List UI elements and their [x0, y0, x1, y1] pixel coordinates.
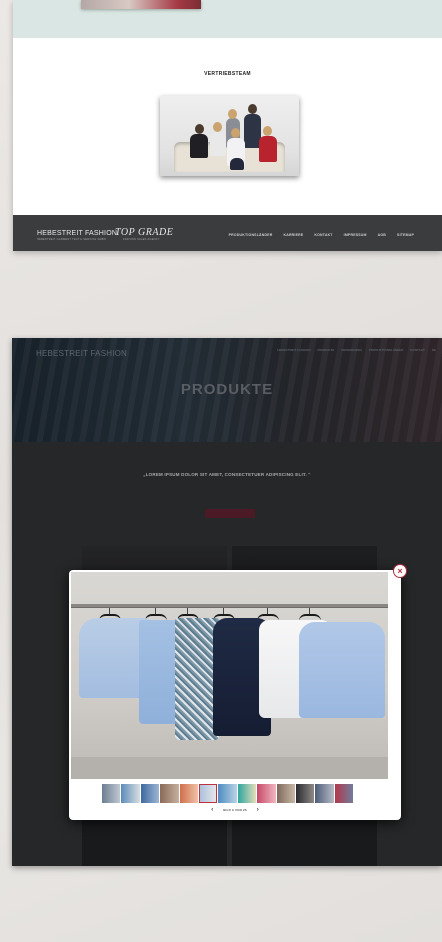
image-counter: BILD 9 VON 26 — [223, 808, 247, 812]
top-grade-logo[interactable]: TOP GRADE — [115, 227, 173, 238]
thumbnail[interactable] — [237, 784, 257, 803]
person-sitting — [190, 134, 208, 158]
floor — [71, 757, 388, 779]
person-head — [248, 104, 257, 114]
thumbnail[interactable] — [140, 784, 160, 803]
footer-link-agb[interactable]: AGB — [378, 233, 386, 237]
team-photo — [160, 96, 299, 176]
thumbnail[interactable] — [257, 784, 276, 803]
footer-link-impressum[interactable]: IMPRESSUM — [344, 233, 367, 237]
hanger — [299, 608, 321, 620]
thumbnail[interactable] — [218, 784, 237, 803]
person-head — [231, 128, 240, 138]
thumbnail[interactable] — [295, 784, 315, 803]
footer-link-sitemap[interactable]: SITEMAP — [397, 233, 414, 237]
thumbnail[interactable] — [179, 784, 198, 803]
lightbox-image — [71, 572, 388, 779]
footer-link-karriere[interactable]: KARRIERE — [284, 233, 304, 237]
chevron-left-icon[interactable]: ‹ — [211, 807, 213, 813]
footer-link-kontakt[interactable]: KONTAKT — [314, 233, 332, 237]
person-legs — [230, 158, 244, 170]
cropped-photo — [81, 0, 201, 9]
person-head — [195, 124, 204, 134]
thumbnail[interactable] — [121, 784, 140, 803]
hebestreit-logo[interactable]: HEBESTREIT FASHION — [37, 230, 117, 237]
lightbox-pager: ‹ BILD 9 VON 26 › — [69, 807, 401, 813]
lightbox: × ‹ BILD 9 VON 26 › — [69, 564, 407, 820]
section-title: VERTRIEBSTEAM — [204, 71, 251, 77]
mint-band — [13, 0, 442, 38]
thumbnail[interactable] — [102, 784, 121, 803]
person-sitting — [210, 132, 226, 156]
close-icon[interactable]: × — [393, 564, 407, 578]
site-footer: HEBESTREIT FASHION HEBESTREIT GARMENT TE… — [13, 215, 442, 251]
garment-light-blue-top — [299, 622, 385, 718]
footer-link-produktionslaender[interactable]: PRODUKTIONSLÄNDER — [229, 233, 273, 237]
person-sitting — [259, 136, 277, 162]
thumbnail-active[interactable] — [198, 784, 218, 803]
thumbnail[interactable] — [276, 784, 295, 803]
top-grade-logo-subtitle: FASHION SALES AGENCY — [123, 238, 160, 241]
footer-nav: PRODUKTIONSLÄNDER KARRIERE KONTAKT IMPRE… — [229, 233, 414, 237]
products-page-screenshot: HEBESTREIT FASHION HEBESTREIT FASHION PR… — [12, 338, 442, 866]
thumbnail[interactable] — [334, 784, 354, 803]
thumbnail[interactable] — [160, 784, 179, 803]
chevron-right-icon[interactable]: › — [257, 807, 259, 813]
thumbnail-strip — [102, 784, 354, 803]
person-head — [213, 122, 222, 132]
thumbnail[interactable] — [315, 784, 334, 803]
person-head — [228, 109, 237, 119]
hebestreit-logo-subtitle: HEBESTREIT GARMENT TEXTIL SERVICE GMBH — [37, 238, 107, 241]
team-page-screenshot: VERTRIEBSTEAM HEBESTREIT FASHION HEBESTR… — [13, 0, 442, 251]
person-head — [263, 126, 272, 136]
